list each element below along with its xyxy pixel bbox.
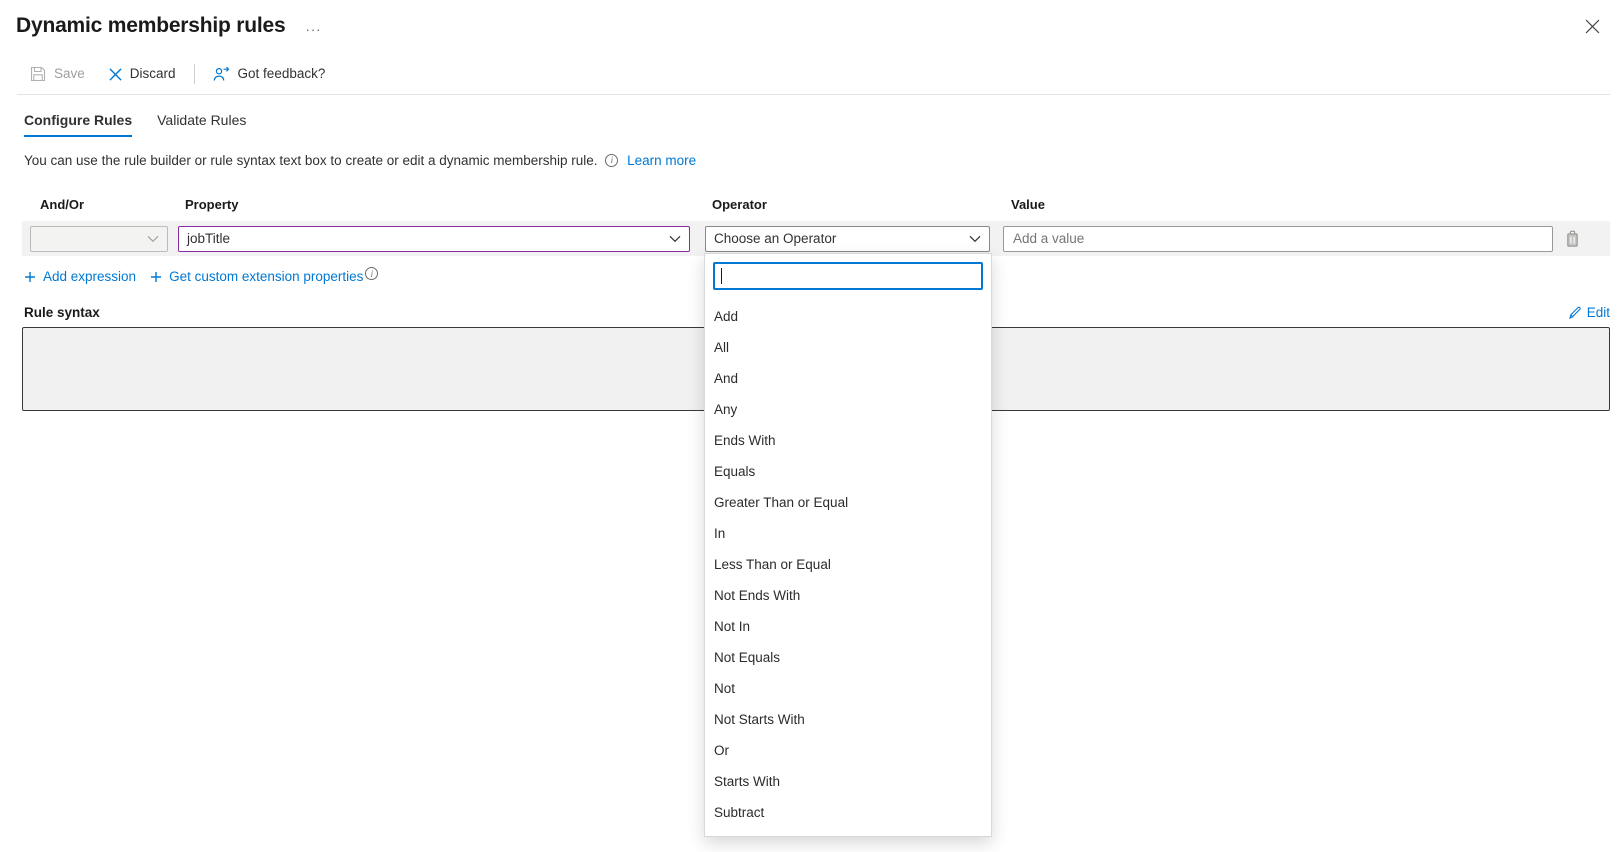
save-icon <box>30 66 46 82</box>
info-icon[interactable]: i <box>605 153 619 167</box>
page-title: Dynamic membership rules <box>16 14 286 37</box>
add-expression-link[interactable]: Add expression <box>24 269 136 284</box>
discard-icon <box>109 67 122 81</box>
description-text: You can use the rule builder or rule syn… <box>24 153 598 168</box>
close-icon <box>1585 19 1600 34</box>
column-header-value: Value <box>1011 197 1045 212</box>
title-bar: Dynamic membership rules ··· <box>0 0 1622 38</box>
operator-option[interactable]: And <box>705 363 991 394</box>
column-header-and-or: And/Or <box>40 197 85 212</box>
operator-option[interactable]: Or <box>705 735 991 766</box>
column-headers: And/Or Property Operator Value <box>22 197 1622 212</box>
info-icon[interactable]: i <box>365 267 379 280</box>
operator-option[interactable]: Any <box>705 394 991 425</box>
get-custom-extension-properties-label: Get custom extension properties <box>169 269 364 284</box>
discard-button[interactable]: Discard <box>109 67 176 81</box>
operator-cell: Choose an Operator Add All And Any Ends … <box>704 225 992 837</box>
command-bar: Save Discard Got feedback? <box>17 64 1610 95</box>
pencil-icon <box>1568 306 1582 320</box>
operator-option[interactable]: Not Equals <box>705 642 991 673</box>
save-label: Save <box>54 66 85 82</box>
tab-configure-rules[interactable]: Configure Rules <box>24 112 133 137</box>
operator-option[interactable]: Less Than or Equal <box>705 549 991 580</box>
get-custom-extension-properties-link[interactable]: Get custom extension properties <box>150 269 363 284</box>
close-button[interactable] <box>1585 19 1600 34</box>
plus-icon <box>24 271 36 283</box>
operator-option[interactable]: Equals <box>705 456 991 487</box>
operator-option[interactable]: Greater Than or Equal <box>705 487 991 518</box>
and-or-dropdown[interactable] <box>30 225 168 252</box>
operator-option[interactable]: Add <box>705 301 991 332</box>
operator-option[interactable]: All <box>705 332 991 363</box>
operator-option[interactable]: Subtract <box>705 797 991 828</box>
tab-bar: Configure Rules Validate Rules <box>24 112 1622 137</box>
discard-label: Discard <box>129 66 176 82</box>
property-dropdown[interactable]: jobTitle <box>178 225 690 252</box>
delete-expression-button[interactable] <box>1565 230 1580 247</box>
operator-option[interactable]: Ends With <box>705 425 991 456</box>
feedback-label: Got feedback? <box>237 66 326 82</box>
add-expression-label: Add expression <box>43 269 137 284</box>
more-options-button[interactable]: ··· <box>305 17 321 36</box>
chevron-down-icon <box>147 235 159 243</box>
operator-dropdown-panel: Add All And Any Ends With Equals Greater… <box>704 252 992 837</box>
operator-option[interactable]: In <box>705 518 991 549</box>
operator-dropdown[interactable]: Choose an Operator <box>705 225 990 252</box>
column-header-operator: Operator <box>712 197 767 212</box>
operator-option[interactable]: Not Ends With <box>705 580 991 611</box>
property-value: jobTitle <box>187 231 231 246</box>
expression-row: jobTitle Choose an Operator Add All And … <box>22 221 1610 837</box>
trash-icon <box>1565 230 1580 247</box>
rule-syntax-label: Rule syntax <box>24 305 100 320</box>
dynamic-membership-rules-page: Dynamic membership rules ··· Save Discar… <box>0 0 1622 837</box>
chevron-down-icon <box>969 235 981 243</box>
column-header-property: Property <box>185 197 239 212</box>
tab-validate-rules[interactable]: Validate Rules <box>157 112 246 137</box>
operator-option[interactable]: Starts With <box>705 766 991 797</box>
edit-label: Edit <box>1586 305 1610 320</box>
value-input[interactable] <box>1003 225 1553 252</box>
operator-option[interactable]: Not In <box>705 611 991 642</box>
operator-option[interactable]: Not Starts With <box>705 704 991 735</box>
learn-more-link[interactable]: Learn more <box>627 153 696 168</box>
save-button[interactable]: Save <box>30 66 85 82</box>
operator-option-list: Add All And Any Ends With Equals Greater… <box>705 301 991 828</box>
operator-option[interactable]: Not <box>705 673 991 704</box>
chevron-down-icon <box>669 235 681 243</box>
description: You can use the rule builder or rule syn… <box>24 153 1622 168</box>
edit-rule-syntax-link[interactable]: Edit <box>1568 305 1610 320</box>
text-cursor <box>721 267 722 284</box>
feedback-button[interactable]: Got feedback? <box>213 66 326 82</box>
plus-icon <box>150 271 162 283</box>
toolbar-divider <box>193 64 195 84</box>
operator-search-input[interactable] <box>713 261 983 290</box>
feedback-icon <box>213 66 230 82</box>
operator-value: Choose an Operator <box>714 231 837 246</box>
ellipsis-icon: ··· <box>305 21 322 37</box>
